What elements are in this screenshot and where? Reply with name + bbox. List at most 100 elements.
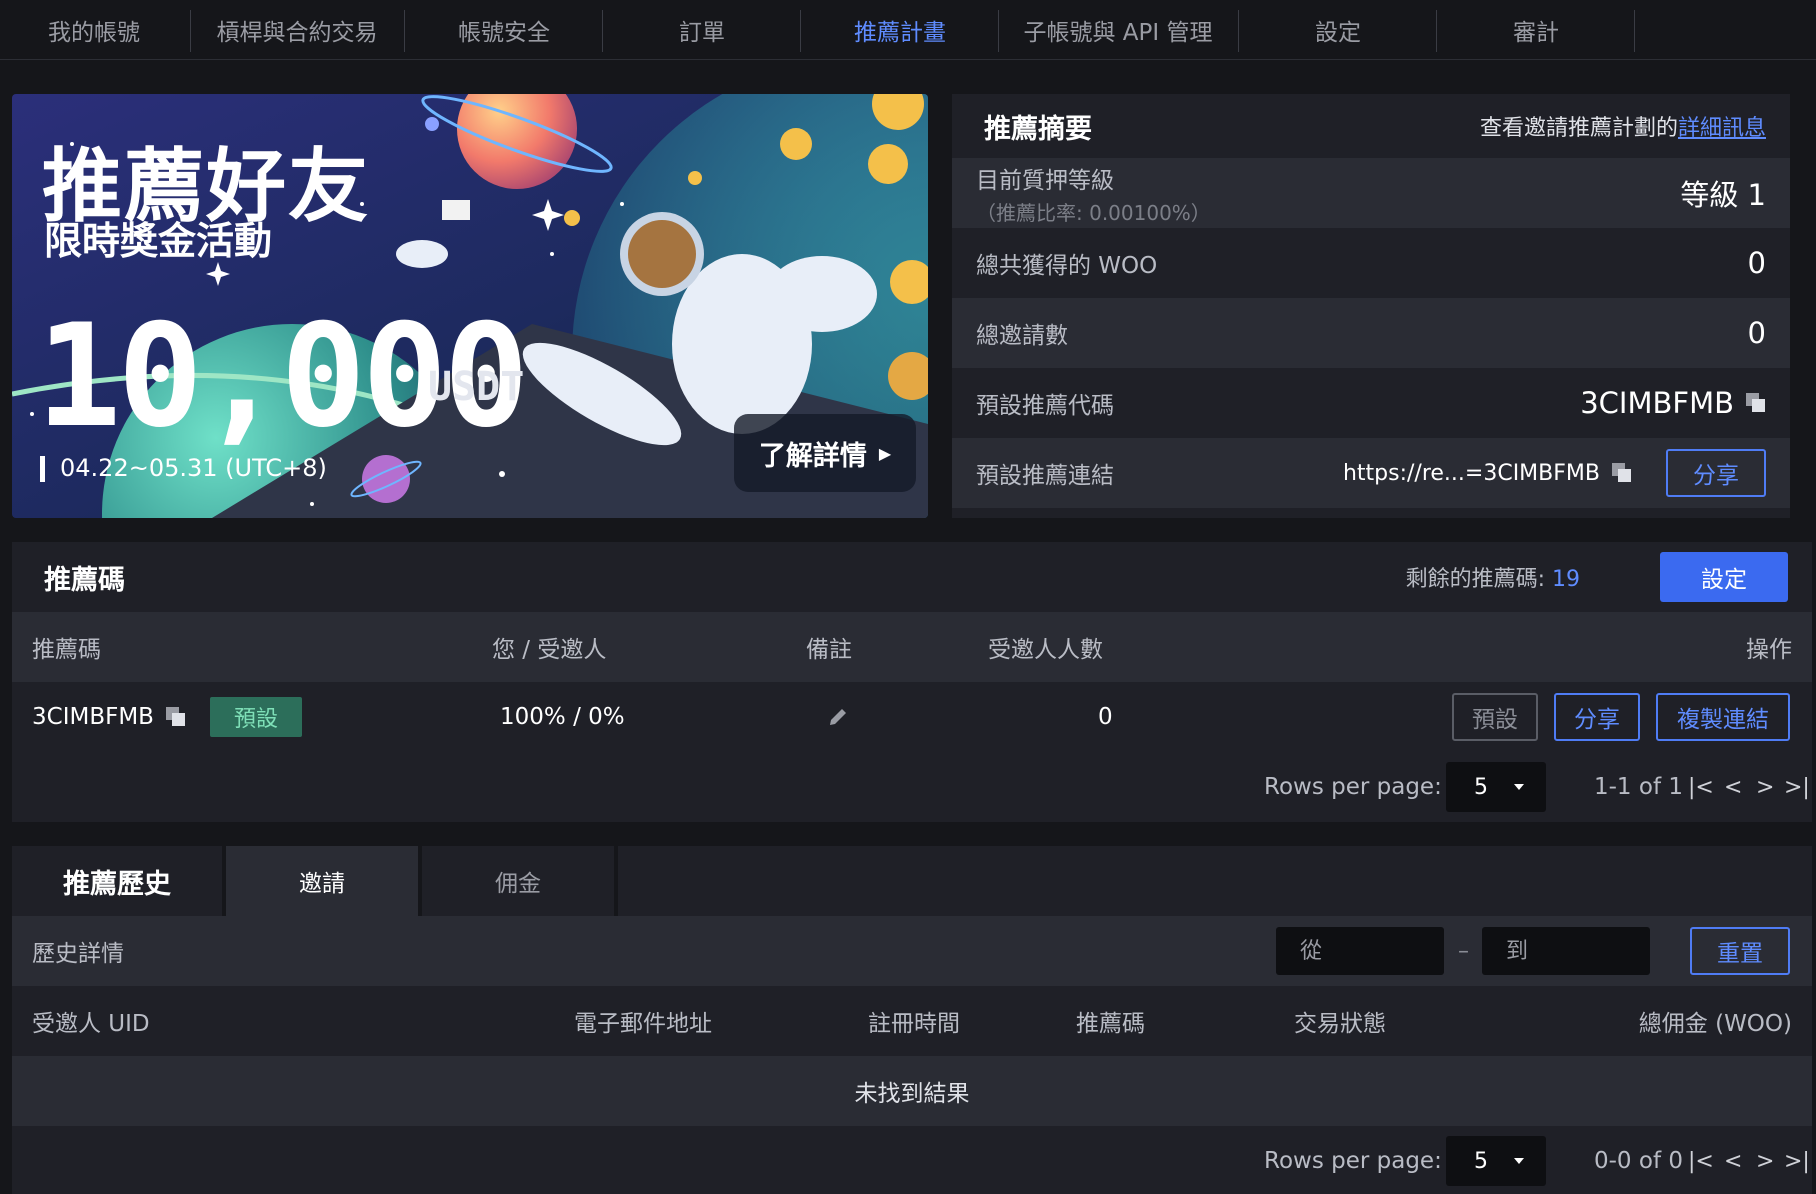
col-email: 電子郵件地址: [574, 1011, 712, 1037]
col-invitee-uid: 受邀人 UID: [32, 1011, 150, 1037]
tab-my-account[interactable]: 我的帳號: [0, 0, 188, 60]
summary-row-woo: 總共獲得的 WOO 0: [952, 228, 1790, 298]
tab-divider: [1436, 10, 1437, 52]
copy-icon[interactable]: [1746, 393, 1766, 413]
invites-value: 0: [1747, 316, 1766, 350]
col-ratio: 您 / 受邀人: [492, 637, 607, 663]
col-referral-code: 推薦碼: [1076, 1011, 1145, 1037]
woo-label: 總共獲得的 WOO: [976, 253, 1158, 279]
page-range: 1-1 of 1: [1594, 774, 1683, 800]
col-trade-status: 交易狀態: [1294, 1011, 1386, 1037]
summary-row-invites: 總邀請數 0: [952, 298, 1790, 368]
tab-divider: [800, 10, 801, 52]
tab-margin-futures[interactable]: 槓桿與合約交易: [192, 0, 402, 60]
date-range-dash: –: [1458, 938, 1469, 964]
page-range: 0-0 of 0: [1594, 1148, 1683, 1174]
last-page-icon[interactable]: >|: [1784, 1126, 1810, 1194]
tab-divider: [190, 10, 191, 52]
history-table-header: 受邀人 UID 電子郵件地址 註冊時間 推薦碼 交易狀態 總佣金 (WOO): [12, 986, 1812, 1056]
promo-banner[interactable]: 推薦好友 限時獎金活動 10,000 USDT 04.22~05.31 (UTC…: [12, 94, 928, 518]
edit-pencil-icon[interactable]: [828, 707, 848, 727]
tab-orders[interactable]: 訂單: [604, 0, 800, 60]
remaining-codes: 剩餘的推薦碼: 19: [1406, 561, 1580, 593]
summary-row-code: 預設推薦代碼 3CIMBFMB: [952, 368, 1790, 438]
next-page-icon[interactable]: >: [1756, 752, 1774, 822]
col-registration-time: 註冊時間: [868, 1011, 960, 1037]
default-badge: 預設: [209, 697, 302, 737]
tabs-filler: [618, 846, 1812, 916]
copy-icon[interactable]: [1612, 463, 1632, 483]
summary-title: 推薦摘要: [984, 113, 1092, 145]
date-from-input[interactable]: [1276, 927, 1444, 975]
default-code-value: 3CIMBFMB: [1580, 386, 1734, 420]
row-invitee-count: 0: [1098, 704, 1113, 730]
codes-header: 推薦碼 剩餘的推薦碼: 19 設定: [12, 542, 1812, 612]
prev-page-icon[interactable]: <: [1724, 752, 1742, 822]
referral-history-panel: 推薦歷史 邀請 佣金 歷史詳情 – 重置 受邀人 UID 電子郵件地址 註冊時間…: [12, 846, 1812, 1194]
tab-settings[interactable]: 設定: [1240, 0, 1436, 60]
row-code: 3CIMBFMB: [32, 704, 154, 730]
next-page-icon[interactable]: >: [1756, 1126, 1774, 1194]
tab-divider: [602, 10, 603, 52]
banner-subtitle: 限時獎金活動: [44, 219, 273, 263]
tab-divider: [1238, 10, 1239, 52]
details-link[interactable]: 詳細訊息: [1678, 116, 1766, 141]
col-note: 備註: [806, 637, 852, 663]
banner-unit: USDT: [428, 364, 525, 410]
summary-header: 推薦摘要 查看邀請推薦計劃的詳細訊息: [952, 94, 1790, 158]
date-to-input[interactable]: [1482, 927, 1650, 975]
rows-per-page-select[interactable]: 5: [1446, 762, 1546, 812]
col-action: 操作: [1746, 637, 1792, 663]
rows-per-page-value: 5: [1474, 774, 1488, 800]
referral-summary-panel: 推薦摘要 查看邀請推薦計劃的詳細訊息 目前質押等級 （推薦比率: 0.00100…: [952, 94, 1790, 518]
col-total-commission: 總佣金 (WOO): [1638, 1011, 1792, 1037]
copy-link-button[interactable]: 複製連結: [1656, 693, 1790, 741]
last-page-icon[interactable]: >|: [1784, 752, 1810, 822]
top-navigation: 我的帳號 槓桿與合約交易 帳號安全 訂單 推薦計畫 子帳號與 API 管理 設定…: [0, 0, 1816, 60]
level-value: 等級 1: [1680, 178, 1766, 212]
prev-page-icon[interactable]: <: [1724, 1126, 1742, 1194]
history-details-label: 歷史詳情: [32, 941, 124, 967]
default-code-label: 預設推薦代碼: [976, 393, 1114, 419]
summary-details-text: 查看邀請推薦計劃的詳細訊息: [1480, 110, 1766, 142]
set-code-button[interactable]: 設定: [1660, 552, 1788, 602]
rows-per-page-label: Rows per page:: [1264, 1148, 1442, 1174]
first-page-icon[interactable]: |<: [1688, 1126, 1714, 1194]
tab-subaccount-api[interactable]: 子帳號與 API 管理: [1000, 0, 1236, 60]
reset-button[interactable]: 重置: [1690, 927, 1790, 975]
remaining-label: 剩餘的推薦碼:: [1405, 567, 1552, 592]
tab-divider: [998, 10, 999, 52]
tab-divider: [1634, 10, 1635, 52]
tab-audit[interactable]: 審計: [1438, 0, 1634, 60]
learn-more-button[interactable]: 了解詳情 ▶: [734, 414, 916, 492]
codes-title: 推薦碼: [44, 564, 125, 596]
set-default-button[interactable]: 預設: [1452, 693, 1538, 741]
level-label: 目前質押等級: [976, 167, 1114, 194]
copy-icon[interactable]: [165, 707, 186, 727]
learn-more-label: 了解詳情: [758, 440, 867, 472]
share-button[interactable]: 分享: [1554, 693, 1640, 741]
banner-date-marker: [40, 456, 45, 482]
tab-commission[interactable]: 佣金: [422, 846, 614, 916]
chevron-down-icon: [1514, 1158, 1524, 1164]
invites-label: 總邀請數: [976, 323, 1068, 349]
table-row: 3CIMBFMB 預設 100% / 0% 0 預設 分享 複製連結: [12, 682, 1812, 752]
summary-row-link: 預設推薦連結 https://re...=3CIMBFMB 分享: [952, 438, 1790, 508]
rows-per-page-select[interactable]: 5: [1446, 1136, 1546, 1186]
history-filter-bar: 歷史詳情 – 重置: [12, 916, 1812, 986]
first-page-icon[interactable]: |<: [1688, 752, 1714, 822]
share-link-button[interactable]: 分享: [1666, 449, 1766, 497]
tab-referral-program[interactable]: 推薦計畫: [802, 0, 998, 60]
level-ratio: （推薦比率: 0.00100%）: [976, 200, 1211, 225]
empty-results: 未找到結果: [12, 1056, 1812, 1126]
default-link-label: 預設推薦連結: [976, 463, 1114, 489]
codes-pagination: Rows per page: 5 1-1 of 1 |< < > >|: [12, 752, 1812, 822]
tab-account-security[interactable]: 帳號安全: [406, 0, 602, 60]
col-invitee-count: 受邀人人數: [988, 637, 1103, 663]
col-code: 推薦碼: [32, 637, 101, 663]
summary-row-level: 目前質押等級 （推薦比率: 0.00100%） 等級 1: [952, 158, 1790, 228]
default-link-value: https://re...=3CIMBFMB: [1342, 460, 1600, 486]
referral-codes-panel: 推薦碼 剩餘的推薦碼: 19 設定 推薦碼 您 / 受邀人 備註 受邀人人數 操…: [12, 542, 1812, 822]
banner-dates: 04.22~05.31 (UTC+8): [60, 454, 327, 482]
tab-invites[interactable]: 邀請: [226, 846, 418, 916]
